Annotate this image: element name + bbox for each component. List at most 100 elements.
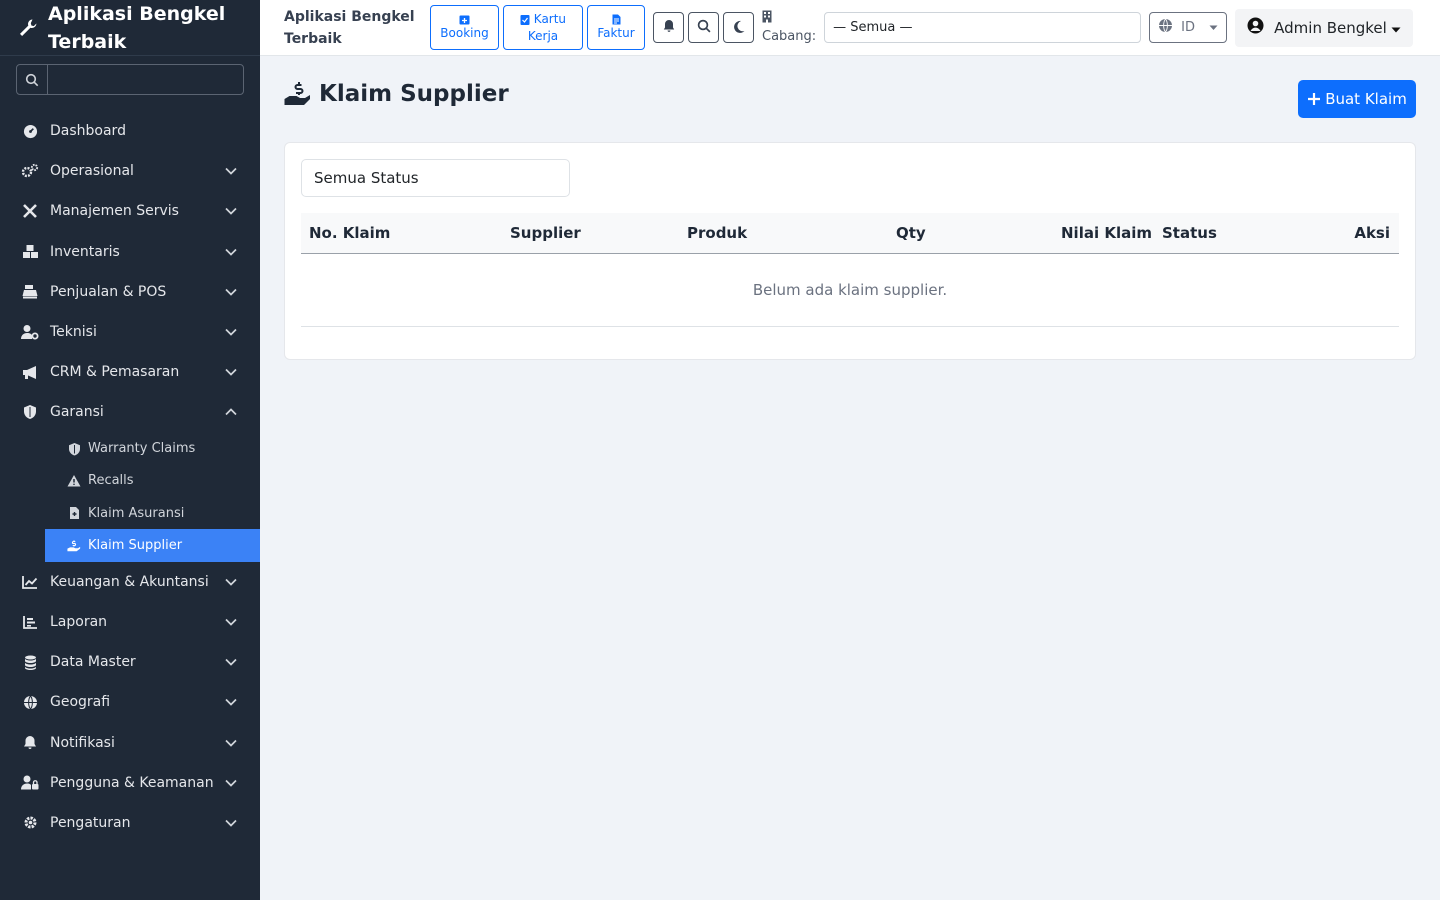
brand[interactable]: Aplikasi Bengkel Terbaik [0, 0, 260, 56]
plus-icon [1307, 92, 1321, 106]
file-invoice-icon [612, 14, 621, 25]
chevron-down-icon [224, 575, 238, 589]
gauge-icon [21, 122, 39, 140]
search-button[interactable] [688, 12, 719, 43]
warning-icon [67, 474, 81, 488]
sidebar-item-label: Laporan [50, 613, 108, 630]
column-header-status[interactable]: Status [1162, 224, 1217, 242]
search-icon [17, 65, 48, 94]
faktur-button-label: Faktur [597, 25, 635, 40]
bell-icon [663, 18, 675, 37]
sidebar-search-input[interactable] [48, 65, 243, 94]
sidebar-item-label: Dashboard [50, 123, 126, 140]
language-select[interactable]: ID [1149, 12, 1228, 43]
sidebar-item-operasional[interactable]: Operasional [0, 151, 260, 191]
sidebar-item-label: Teknisi [50, 324, 97, 341]
sidebar-item-label: Manajemen Servis [50, 203, 179, 220]
kartu-kerja-label-line1: Kartu [533, 11, 567, 26]
kartu-kerja-label-line2: Kerja [527, 28, 559, 43]
sidebar-nav: Dashboard Operasional Manajemen Servis I… [0, 111, 260, 843]
chevron-down-icon [224, 204, 238, 218]
sidebar-subitem-klaim-asuransi[interactable]: Klaim Asuransi [45, 497, 260, 529]
calendar-plus-icon [459, 14, 470, 25]
sidebar-item-label: Penjualan & POS [50, 283, 167, 300]
kartu-kerja-button[interactable]: Kartu Kerja [503, 5, 583, 50]
column-header-supplier[interactable]: Supplier [510, 224, 581, 242]
sidebar-item-label: Garansi [50, 404, 104, 421]
column-header-produk[interactable]: Produk [687, 224, 747, 242]
bar-chart-icon [21, 613, 39, 631]
gear-icon [21, 814, 39, 832]
tools-icon [21, 202, 39, 220]
caret-down-icon [1209, 20, 1218, 35]
chevron-down-icon [224, 164, 238, 178]
table-header: No. Klaim Supplier Produk Qty Nilai Klai… [301, 213, 1399, 254]
sidebar-subitem-warranty-claims[interactable]: Warranty Claims [45, 433, 260, 465]
sidebar-item-inventaris[interactable]: Inventaris [0, 232, 260, 272]
sidebar-subitem-label: Klaim Asuransi [88, 505, 185, 521]
sidebar-item-data-master[interactable]: Data Master [0, 642, 260, 682]
sidebar-item-label: Pengguna & Keamanan [50, 774, 214, 791]
column-header-nilai-klaim[interactable]: Nilai Klaim [1061, 224, 1152, 242]
search-icon [697, 18, 711, 37]
chevron-down-icon [224, 245, 238, 259]
sidebar-item-notifikasi[interactable]: Notifikasi [0, 722, 260, 762]
megaphone-icon [21, 363, 39, 381]
page-title: Klaim Supplier [319, 81, 509, 107]
sidebar-item-label: Data Master [50, 654, 136, 671]
dark-mode-toggle[interactable] [723, 12, 754, 43]
cabang-select[interactable]: — Semua — [824, 12, 1142, 43]
sidebar-item-penjualan-pos[interactable]: Penjualan & POS [0, 272, 260, 312]
sidebar-item-crm-pemasaran[interactable]: CRM & Pemasaran [0, 352, 260, 392]
column-header-aksi[interactable]: Aksi [1354, 224, 1390, 242]
sidebar-item-keuangan-akuntansi[interactable]: Keuangan & Akuntansi [0, 562, 260, 602]
moon-icon [733, 18, 745, 37]
line-chart-icon [21, 573, 39, 591]
sidebar-item-pengaturan[interactable]: Pengaturan [0, 803, 260, 843]
notifications-button[interactable] [653, 12, 684, 43]
sidebar-subitem-klaim-supplier[interactable]: Klaim Supplier [45, 529, 260, 562]
empty-state-message: Belum ada klaim supplier. [301, 254, 1399, 327]
user-menu[interactable]: Admin Bengkel [1235, 8, 1414, 47]
sidebar-item-garansi[interactable]: Garansi [0, 392, 260, 432]
sidebar-item-label: Geografi [50, 694, 111, 711]
chevron-down-icon [224, 736, 238, 750]
sidebar-subitem-recalls[interactable]: Recalls [45, 465, 260, 497]
caret-down-icon [1391, 19, 1401, 37]
sidebar-item-manajemen-servis[interactable]: Manajemen Servis [0, 191, 260, 231]
chevron-up-icon [224, 405, 238, 419]
language-value: ID [1181, 20, 1195, 35]
buat-klaim-button[interactable]: Buat Klaim [1298, 80, 1416, 118]
sidebar: Aplikasi Bengkel Terbaik Dashboard Opera… [0, 0, 260, 900]
klaim-card: Semua Status No. Klaim Supplier Produk Q… [285, 143, 1415, 359]
wrench-icon [18, 17, 40, 39]
sidebar-search [16, 64, 244, 95]
chevron-down-icon [224, 816, 238, 830]
cabang-label: Cabang: [762, 10, 816, 45]
sidebar-item-pengguna-keamanan[interactable]: Pengguna & Keamanan [0, 763, 260, 803]
sidebar-item-geografi[interactable]: Geografi [0, 682, 260, 722]
clipboard-check-icon: Kartu [520, 11, 566, 28]
status-filter-select[interactable]: Semua Status [301, 159, 570, 197]
column-header-no-klaim[interactable]: No. Klaim [309, 224, 390, 242]
chevron-down-icon [224, 776, 238, 790]
booking-button[interactable]: Booking [430, 5, 499, 50]
chevron-down-icon [224, 325, 238, 339]
user-circle-icon [1247, 17, 1264, 38]
chevron-down-icon [224, 365, 238, 379]
sidebar-item-laporan[interactable]: Laporan [0, 602, 260, 642]
sidebar-item-label: Pengaturan [50, 814, 131, 831]
page-header: Klaim Supplier [284, 80, 509, 108]
chevron-down-icon [224, 285, 238, 299]
hand-dollar-icon [284, 80, 312, 108]
shield-check-icon [67, 442, 81, 456]
bell-icon [21, 734, 39, 752]
file-medical-icon [67, 506, 81, 520]
faktur-button[interactable]: Faktur [587, 5, 645, 50]
sidebar-item-teknisi[interactable]: Teknisi [0, 312, 260, 352]
sidebar-item-dashboard[interactable]: Dashboard [0, 111, 260, 151]
column-header-qty[interactable]: Qty [896, 224, 926, 242]
globe-icon [1158, 18, 1173, 37]
buat-klaim-label: Buat Klaim [1325, 90, 1407, 108]
booking-button-label: Booking [440, 25, 489, 40]
